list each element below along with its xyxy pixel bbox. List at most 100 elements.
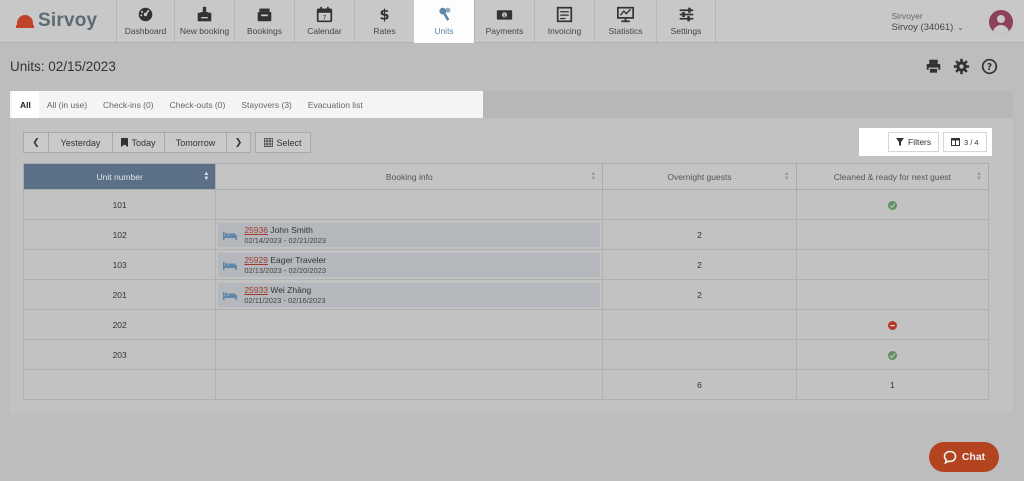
- bed-icon: [223, 261, 238, 270]
- sort-icon: ▲ ▼: [976, 171, 982, 182]
- nav-calendar[interactable]: 7 Calendar: [294, 0, 354, 43]
- grid-icon: [264, 138, 274, 147]
- top-navigation-bar: Sirvoy Dashboard New booking Bookings 7 …: [0, 0, 1024, 43]
- guests-cell: 2: [602, 249, 797, 280]
- nav-invoicing[interactable]: Invoicing: [534, 0, 594, 43]
- tab-check-outs[interactable]: Check-outs (0): [162, 91, 234, 118]
- cleaned-cell: [795, 279, 990, 310]
- cleaned-check-icon[interactable]: [887, 350, 897, 360]
- tab-evacuation-list[interactable]: Evacuation list: [300, 91, 371, 118]
- bookings-icon: [257, 8, 272, 22]
- nav-label: Settings: [670, 26, 702, 36]
- today-label: Today: [131, 137, 156, 148]
- main-nav: Dashboard New booking Bookings 7 Calenda…: [116, 0, 716, 43]
- nav-label: Units: [434, 26, 454, 36]
- filters-label: Filters: [908, 137, 932, 147]
- booking-card[interactable]: 25936 John Smith 02/14/2023 - 02/21/2023: [218, 222, 601, 247]
- booking-info-cell: [215, 189, 604, 220]
- guests-cell: [602, 189, 797, 220]
- table-row[interactable]: 102 25936 John Smith 02/14/2023 - 02/21/…: [22, 219, 990, 250]
- dollar-icon: $: [379, 8, 389, 23]
- unit-number-cell: 103: [22, 249, 217, 280]
- column-header-cleaned[interactable]: Cleaned & ready for next guest ▲ ▼: [795, 163, 990, 190]
- chevron-right-icon: ❯: [234, 137, 243, 147]
- date-navigation: ❮ Yesterday Today Tomorrow ❯: [23, 132, 251, 153]
- booking-card[interactable]: 25933 Wei Zhāng 02/11/2023 - 02/16/2023: [218, 282, 601, 307]
- column-header-unit-number[interactable]: Unit number ▲ ▼: [22, 163, 217, 190]
- nav-bookings[interactable]: Bookings: [234, 0, 294, 43]
- guests-cell: 2: [602, 279, 797, 310]
- cleaned-check-icon[interactable]: [887, 200, 897, 210]
- table-row[interactable]: 101: [22, 189, 990, 220]
- svg-text:$: $: [503, 13, 506, 19]
- booking-card[interactable]: 25929 Eager Traveler 02/13/2023 - 02/20/…: [218, 252, 601, 277]
- totals-guests-cell: 6: [602, 369, 797, 400]
- account-switcher[interactable]: Sirvoyer Sirvoy (34061) ⌄: [892, 11, 964, 33]
- cleaned-cell: [795, 339, 990, 370]
- chat-label: Chat: [961, 451, 986, 463]
- column-header-overnight-guests[interactable]: Overnight guests ▲ ▼: [602, 163, 797, 190]
- nav-statistics[interactable]: Statistics: [594, 0, 656, 43]
- table-row[interactable]: 203: [22, 339, 990, 370]
- chat-button[interactable]: Chat: [929, 442, 999, 472]
- nav-rates[interactable]: $ Rates: [354, 0, 414, 43]
- nav-dashboard[interactable]: Dashboard: [116, 0, 174, 43]
- booking-info-cell: 25936 John Smith 02/14/2023 - 02/21/2023: [215, 219, 604, 250]
- select-button[interactable]: Select: [255, 132, 311, 153]
- booking-id-link[interactable]: 25936: [244, 225, 268, 235]
- table-row[interactable]: 201 25933 Wei Zhāng 02/11/2023 - 02/16/2…: [22, 279, 990, 310]
- header-label: Overnight guests: [667, 171, 732, 182]
- brand-name: Sirvoy: [38, 10, 98, 31]
- unit-number-cell: 101: [22, 189, 217, 220]
- table-row[interactable]: 202: [22, 309, 990, 340]
- tomorrow-button[interactable]: Tomorrow: [164, 133, 226, 152]
- booking-info-cell: [215, 339, 604, 370]
- next-day-button[interactable]: ❯: [226, 133, 250, 152]
- bell-logo-icon: [16, 13, 34, 29]
- yesterday-button[interactable]: Yesterday: [48, 133, 112, 152]
- org-name: Sirvoyer: [891, 11, 923, 21]
- previous-day-button[interactable]: ❮: [24, 133, 48, 152]
- booking-id-link[interactable]: 25933: [244, 285, 268, 295]
- tab-check-ins[interactable]: Check-ins (0): [95, 91, 162, 118]
- nav-label: Calendar: [307, 26, 342, 36]
- today-button[interactable]: Today: [112, 133, 164, 152]
- not-cleaned-minus-icon[interactable]: [887, 320, 897, 330]
- guest-name: John Smith: [270, 224, 313, 235]
- unit-filter-tabs: All All (in use) Check-ins (0) Check-out…: [10, 91, 483, 118]
- tab-stayovers[interactable]: Stayovers (3): [233, 91, 300, 118]
- nav-new-booking[interactable]: New booking: [174, 0, 234, 43]
- cleaned-cell: [795, 189, 990, 220]
- filters-button[interactable]: Filters: [888, 132, 940, 152]
- brand-logo[interactable]: Sirvoy: [16, 9, 97, 33]
- booking-info-cell: 25933 Wei Zhāng 02/11/2023 - 02/16/2023: [215, 279, 604, 310]
- totals-booking-cell: [215, 369, 604, 400]
- page-title: Units: 02/15/2023: [10, 59, 116, 74]
- guests-cell: [602, 339, 797, 370]
- statistics-icon: [617, 6, 634, 23]
- account-name: Sirvoy (34061): [891, 22, 954, 33]
- nav-settings[interactable]: Settings: [656, 0, 716, 43]
- nav-units[interactable]: Units: [414, 0, 474, 43]
- totals-unit-cell: [22, 369, 217, 400]
- nav-label: New booking: [179, 26, 230, 36]
- booking-id-link[interactable]: 25929: [244, 255, 268, 265]
- help-icon[interactable]: ?: [981, 58, 998, 75]
- totals-cleaned-cell: 1: [795, 369, 990, 400]
- column-header-booking-info[interactable]: Booking info ▲ ▼: [215, 163, 604, 190]
- keys-icon: [438, 7, 450, 21]
- nav-label: Invoicing: [547, 26, 582, 36]
- tab-all[interactable]: All: [12, 91, 39, 118]
- unit-number-cell: 102: [22, 219, 217, 250]
- print-icon[interactable]: [925, 58, 942, 75]
- sort-icon: ▲ ▼: [203, 171, 210, 182]
- nav-payments[interactable]: $ Payments: [474, 0, 534, 43]
- cleaned-cell: [795, 309, 990, 340]
- nav-label: Dashboard: [124, 26, 167, 36]
- tab-all-in-use[interactable]: All (in use): [39, 91, 95, 118]
- columns-button[interactable]: 3 / 4: [943, 132, 987, 152]
- table-row[interactable]: 103 25929 Eager Traveler 02/13/2023 - 02…: [22, 249, 990, 280]
- header-label: Unit number: [96, 171, 143, 182]
- avatar[interactable]: [989, 10, 1013, 34]
- gear-icon[interactable]: [953, 58, 970, 75]
